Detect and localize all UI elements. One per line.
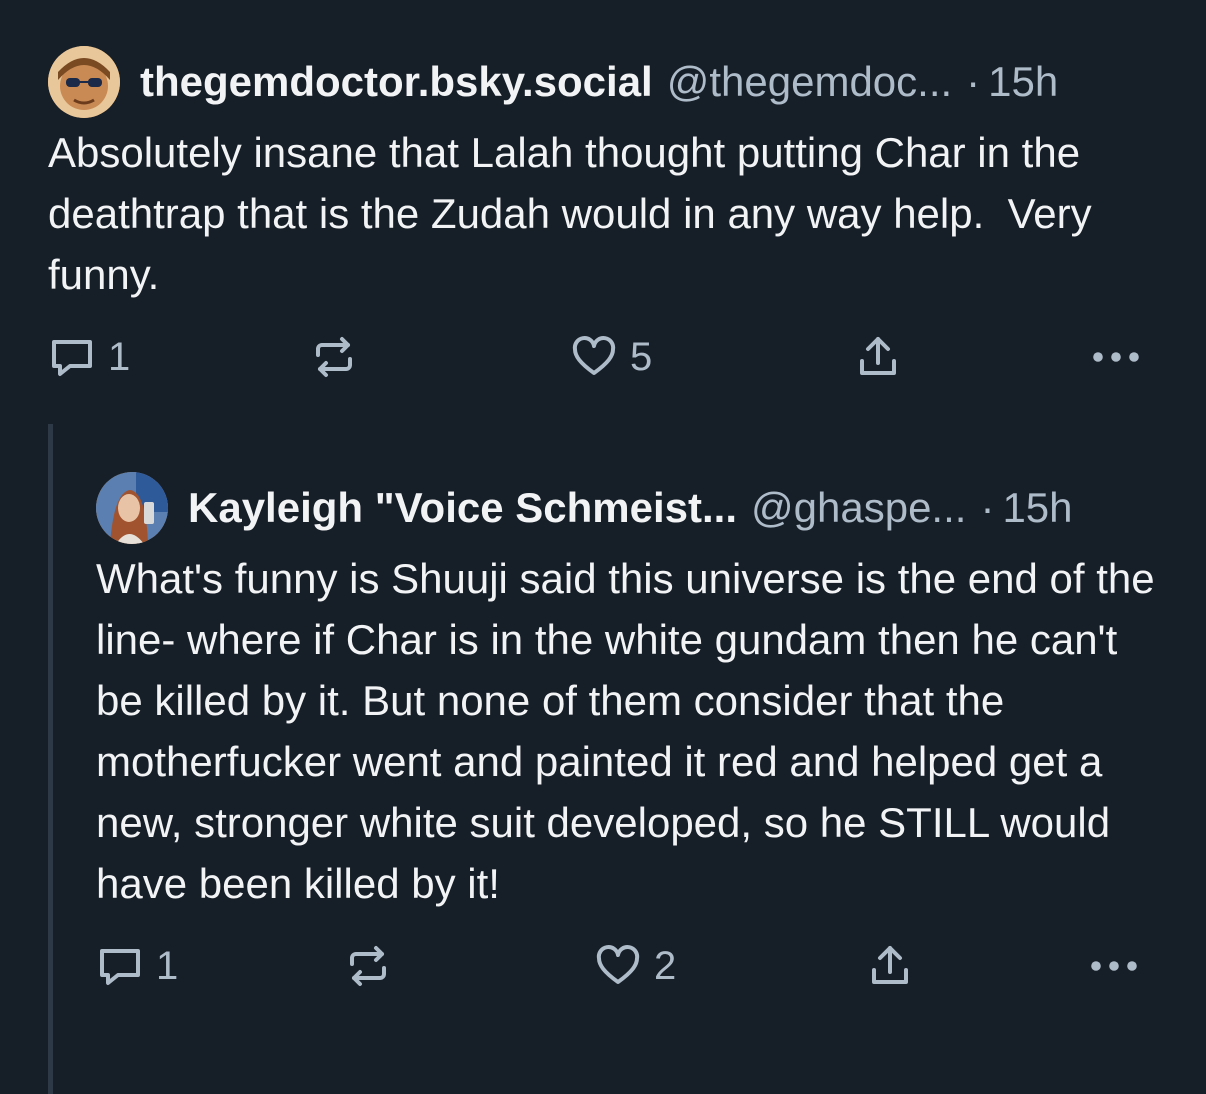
- reply-icon: [48, 333, 96, 381]
- handle[interactable]: @ghaspe...: [751, 484, 966, 532]
- display-name[interactable]: Kayleigh "Voice Schmeist...: [188, 484, 737, 532]
- reply-button[interactable]: 1: [48, 327, 130, 387]
- repost-button[interactable]: [344, 936, 404, 996]
- reply-count: 1: [156, 943, 179, 988]
- post-text: What's funny is Shuuji said this univers…: [96, 555, 1167, 907]
- action-bar: 1 5: [48, 327, 1168, 387]
- more-icon: [1086, 942, 1142, 990]
- like-count: 2: [654, 943, 677, 988]
- action-bar: 1 2: [96, 936, 1168, 996]
- like-button[interactable]: 2: [594, 936, 676, 996]
- post-header: Kayleigh "Voice Schmeist... @ghaspe... ·…: [96, 470, 1168, 546]
- reply-post[interactable]: Kayleigh "Voice Schmeist... @ghaspe... ·…: [96, 470, 1168, 996]
- more-options-button[interactable]: [1086, 936, 1142, 996]
- like-button[interactable]: 5: [570, 327, 652, 387]
- avatar[interactable]: [48, 46, 120, 118]
- repost-button[interactable]: [310, 327, 370, 387]
- post-text: Absolutely insane that Lalah thought put…: [48, 129, 1104, 298]
- post-header: thegemdoctor.bsky.social @thegemdoc... ·…: [48, 44, 1168, 120]
- more-options-button[interactable]: [1088, 327, 1144, 387]
- reply-count: 1: [108, 334, 131, 379]
- like-icon: [570, 333, 618, 381]
- share-button[interactable]: [854, 327, 902, 387]
- share-icon: [854, 333, 902, 381]
- like-count: 5: [630, 334, 653, 379]
- reply-button[interactable]: 1: [96, 936, 178, 996]
- avatar[interactable]: [96, 472, 168, 544]
- thread-connector-line: [48, 424, 53, 1094]
- separator-dot: ·: [980, 484, 995, 531]
- separator-dot: ·: [966, 58, 981, 105]
- timestamp[interactable]: 15h: [988, 58, 1058, 106]
- post[interactable]: thegemdoctor.bsky.social @thegemdoc... ·…: [48, 44, 1168, 387]
- reply-icon: [96, 942, 144, 990]
- handle[interactable]: @thegemdoc...: [667, 58, 952, 106]
- more-icon: [1088, 333, 1144, 381]
- repost-icon: [344, 942, 392, 990]
- like-icon: [594, 942, 642, 990]
- share-icon: [866, 942, 914, 990]
- display-name[interactable]: thegemdoctor.bsky.social: [140, 58, 653, 106]
- timestamp[interactable]: 15h: [1002, 484, 1072, 532]
- repost-icon: [310, 333, 358, 381]
- share-button[interactable]: [866, 936, 914, 996]
